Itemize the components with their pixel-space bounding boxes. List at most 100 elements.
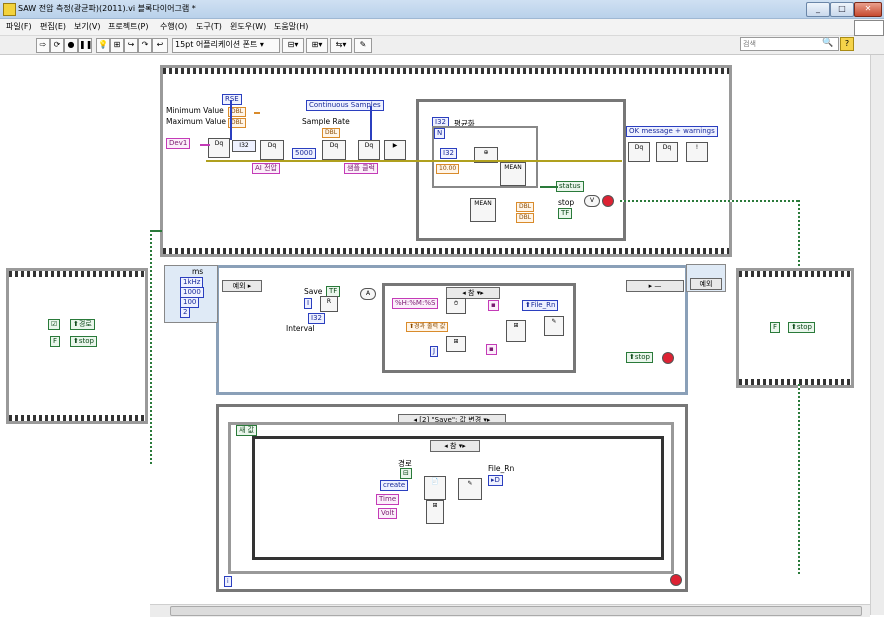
open-file-icon[interactable]: 📄 <box>424 476 446 500</box>
daqmx-clear-icon[interactable]: Dq <box>656 142 678 162</box>
save-label: Save <box>304 287 323 296</box>
abort-icon[interactable]: ● <box>64 38 78 53</box>
volt-string[interactable]: Volt <box>378 508 398 519</box>
file-rn-indicator: ▸D <box>488 475 503 486</box>
write-text-icon[interactable]: ✎ <box>458 478 482 500</box>
elapsed-time-label: 경과 출력 값 <box>414 323 446 330</box>
stop-control[interactable]: TF <box>558 208 573 219</box>
horizontal-scroll-thumb[interactable] <box>170 606 862 616</box>
continuous-samples-enum[interactable]: Continuous Samples <box>306 100 384 111</box>
menu-edit[interactable]: 편집(E) <box>40 21 66 32</box>
false-constant-right[interactable]: F <box>770 322 781 333</box>
ok-message-enum[interactable]: OK message + warnings <box>626 126 718 137</box>
menu-view[interactable]: 보기(V) <box>74 21 100 32</box>
retain-wire-icon[interactable]: ⊞ <box>110 38 124 53</box>
average-count-constant[interactable]: 10.00 <box>436 164 460 174</box>
cleanup-icon[interactable]: ✎ <box>354 38 372 53</box>
stop-local-right: ⬆stop <box>788 322 815 333</box>
step-over-icon[interactable]: ↷ <box>138 38 152 53</box>
vi-icon[interactable] <box>854 20 884 36</box>
maximize-button[interactable]: □ <box>830 2 854 17</box>
path-local: ⊟ <box>400 468 412 479</box>
create-enum[interactable]: create <box>380 480 409 491</box>
menu-window[interactable]: 윈도우(W) <box>230 21 266 32</box>
font-dropdown[interactable]: 15pt 어플리케이션 폰트 ▾ <box>172 38 280 53</box>
path-constant[interactable]: ☑ <box>48 319 61 330</box>
event-selector[interactable]: ▸ — <box>626 280 684 292</box>
elapsed-time-indicator: ⬆경과 출력 값 <box>406 322 449 332</box>
ai-voltage-node: I32 <box>232 140 256 152</box>
j32-node: J <box>430 346 439 357</box>
timeout-case-label: 예외 <box>232 282 246 290</box>
menu-help[interactable]: 도움말(H) <box>274 21 308 32</box>
run-continuously-icon[interactable]: ⟳ <box>50 38 64 53</box>
reorder-icon[interactable]: ⇆▾ <box>330 38 352 53</box>
daqmx-stop-icon[interactable]: Dq <box>628 142 650 162</box>
stop-local-indicator-label: stop <box>634 353 650 361</box>
save-true-selector[interactable]: ◂ 참 ▾▸ <box>430 440 480 452</box>
interval-constant[interactable]: I32 <box>308 313 325 324</box>
min-value-label: Minimum Value <box>166 106 224 115</box>
right-case-selector[interactable]: 예외 <box>690 278 722 290</box>
ai-voltage-selector[interactable]: AI 전압 <box>252 163 280 174</box>
search-placeholder: 검색 <box>743 40 756 48</box>
file-rn-local: ⬆File_Rn <box>522 300 559 311</box>
build-array-icon: ⊞ <box>506 320 526 342</box>
file-rn-bottom-label: File_Rn <box>488 464 515 473</box>
right-border-bottom <box>739 379 851 385</box>
time-format-constant[interactable]: %H:%M:%S <box>392 298 439 309</box>
right-case-label: 예외 <box>699 280 713 288</box>
help-icon[interactable]: ? <box>840 37 854 51</box>
step-out-icon[interactable]: ↩ <box>152 38 168 53</box>
left-connector <box>150 230 152 466</box>
string-constant[interactable]: ▪ <box>488 300 499 311</box>
menu-operate[interactable]: 수행(O) <box>160 21 187 32</box>
stop-label: stop <box>558 198 575 207</box>
i32-interval[interactable]: I <box>304 298 313 309</box>
sample-rate-control[interactable]: DBL <box>322 128 341 138</box>
loop-border-bottom <box>163 248 729 254</box>
new-value-node: 새 값 <box>236 425 258 436</box>
menu-file[interactable]: 파일(F) <box>6 21 32 32</box>
close-button[interactable]: ✕ <box>854 2 882 17</box>
pause-icon[interactable]: ❚❚ <box>78 38 92 53</box>
vertical-scrollbar[interactable] <box>870 55 884 615</box>
timeout-case-selector[interactable]: 예외 ▸ <box>222 280 262 292</box>
device-channel[interactable]: Dev1 <box>166 138 191 149</box>
run-icon[interactable]: ⇨ <box>36 38 50 53</box>
daqmx-create-channel-icon[interactable]: Dq <box>208 138 230 158</box>
false-constant[interactable]: F <box>50 336 61 347</box>
loop-border-top <box>163 68 729 74</box>
menu-tools[interactable]: 도구(T) <box>196 21 222 32</box>
max-value-label: Maximum Value <box>166 117 226 126</box>
samples-constant[interactable]: 5000 <box>292 148 316 159</box>
config-wire <box>230 100 232 140</box>
timing-n[interactable]: 2 <box>180 307 191 318</box>
continuous-wire <box>370 106 372 140</box>
right-connector-bottom <box>798 384 800 576</box>
distribute-icon[interactable]: ⊞▾ <box>306 38 328 53</box>
right-connector <box>620 200 800 202</box>
search-icon[interactable]: 🔍 <box>822 38 833 48</box>
daqmx-read-icon[interactable]: Dq <box>260 140 284 160</box>
menu-project[interactable]: 프로젝트(P) <box>108 21 149 32</box>
path-local-label: 경로 <box>78 320 92 328</box>
daqmx-timing-icon[interactable]: Dq <box>322 140 346 160</box>
i32-constant-2[interactable]: I32 <box>440 148 457 159</box>
string-node: ▪ <box>486 344 497 355</box>
step-into-icon[interactable]: ↪ <box>124 38 138 53</box>
align-icon[interactable]: ⊟▾ <box>282 38 304 53</box>
or-node: V <box>584 195 600 207</box>
error-handler-icon[interactable]: ! <box>686 142 708 162</box>
daqmx-start-task-icon[interactable]: ▶ <box>384 140 406 160</box>
time-string[interactable]: Time <box>376 494 400 505</box>
dbl-indicator-2: DBL <box>516 213 535 223</box>
sample-clock-selector[interactable]: 샘플 클럭 <box>344 163 378 174</box>
elapsed-node: ⊞ <box>446 336 466 352</box>
highlight-icon[interactable]: 💡 <box>96 38 110 53</box>
daqmx-start-icon[interactable]: Dq <box>358 140 380 160</box>
left-border-bottom <box>9 415 145 421</box>
write-file-icon[interactable]: ✎ <box>544 316 564 336</box>
minimize-button[interactable]: _ <box>806 2 830 17</box>
font-dropdown-label: 15pt 어플리케이션 폰트 <box>175 40 258 49</box>
